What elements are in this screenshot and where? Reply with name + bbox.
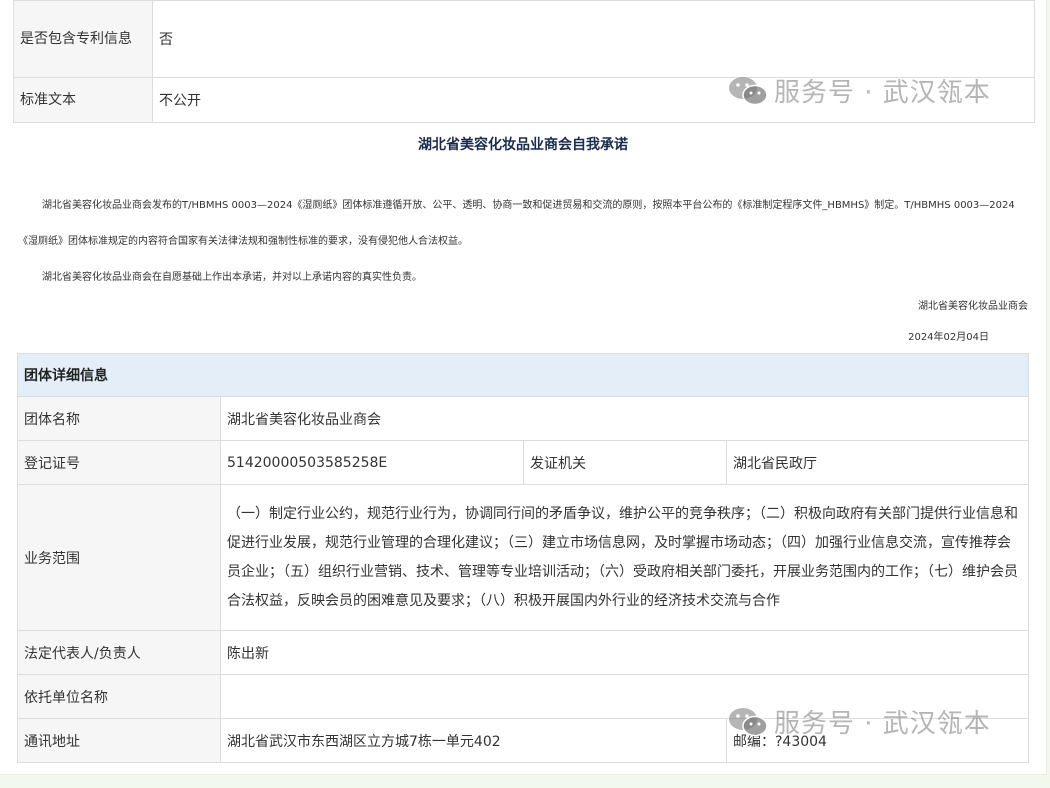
table-row: 登记证号 51420000503585258E 发证机关 湖北省民政厅 bbox=[17, 440, 1029, 485]
commitment-body: 湖北省美容化妆品业商会发布的T/HBMHS 0003—2024《湿厕纸》团体标准… bbox=[18, 188, 1030, 296]
commitment-paragraph-2: 湖北省美容化妆品业商会在自愿基础上作出本承诺，并对以上承诺内容的真实性负责。 bbox=[42, 272, 422, 283]
reg-no-label: 登记证号 bbox=[17, 440, 221, 485]
watermark-text: 服务号 · 武汉瓴本 bbox=[774, 709, 991, 739]
patent-value: 否 bbox=[152, 0, 1035, 78]
issuer-label: 发证机关 bbox=[523, 440, 727, 485]
scope-label: 业务范围 bbox=[17, 484, 221, 631]
watermark-top: 服务号 · 武汉瓴本 bbox=[728, 72, 991, 109]
wechat-icon bbox=[729, 707, 768, 736]
commitment-date: 2024年02月04日 bbox=[908, 332, 989, 343]
organization-detail-table: 团体详细信息 团体名称 湖北省美容化妆品业商会 登记证号 51420000503… bbox=[17, 353, 1029, 763]
detail-header: 团体详细信息 bbox=[17, 353, 1029, 397]
content-panel: 是否包含专利信息 否 标准文本 不公开 湖北省美容化妆品业商会自我承诺 湖北省美… bbox=[0, 0, 1047, 775]
patent-label: 是否包含专利信息 bbox=[13, 0, 153, 78]
commitment-signature: 湖北省美容化妆品业商会 bbox=[918, 301, 1028, 312]
scope-value: （一）制定行业公约，规范行业行为，协调同行间的矛盾争议，维护公平的竞争秩序；（二… bbox=[220, 484, 1029, 631]
rep-label: 法定代表人/负责人 bbox=[17, 630, 221, 675]
rep-value: 陈出新 bbox=[220, 630, 1029, 675]
commitment-title: 湖北省美容化妆品业商会自我承诺 bbox=[418, 137, 628, 153]
table-row: 法定代表人/负责人 陈出新 bbox=[17, 630, 1029, 675]
watermark-text: 服务号 · 武汉瓴本 bbox=[774, 78, 991, 108]
org-name-label: 团体名称 bbox=[17, 396, 221, 441]
standard-text-label: 标准文本 bbox=[13, 77, 153, 123]
watermark-bottom: 服务号 · 武汉瓴本 bbox=[728, 703, 991, 740]
table-row: 业务范围 （一）制定行业公约，规范行业行为，协调同行间的矛盾争议，维护公平的竞争… bbox=[17, 484, 1029, 631]
unit-label: 依托单位名称 bbox=[17, 674, 221, 719]
table-row: 是否包含专利信息 否 bbox=[13, 0, 1035, 78]
address-value: 湖北省武汉市东西湖区立方城7栋一单元402 bbox=[220, 718, 727, 763]
commitment-paragraph-1: 湖北省美容化妆品业商会发布的T/HBMHS 0003—2024《湿厕纸》团体标准… bbox=[18, 200, 1015, 247]
org-name-value: 湖北省美容化妆品业商会 bbox=[220, 396, 1029, 441]
wechat-icon bbox=[729, 76, 768, 105]
table-header-row: 团体详细信息 bbox=[17, 353, 1029, 397]
address-label: 通讯地址 bbox=[17, 718, 221, 763]
table-row: 团体名称 湖北省美容化妆品业商会 bbox=[17, 396, 1029, 441]
issuer-value: 湖北省民政厅 bbox=[726, 440, 1029, 485]
reg-no-value: 51420000503585258E bbox=[220, 440, 524, 485]
